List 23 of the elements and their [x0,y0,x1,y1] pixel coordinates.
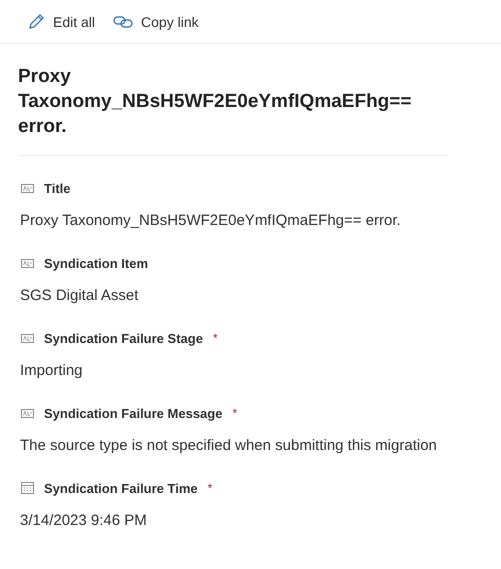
edit-all-button[interactable]: Edit all [27,12,96,30]
required-asterisk: * [232,406,238,420]
field-label: Syndication Failure Stage [44,330,203,346]
field-value: Proxy Taxonomy_NBsH5WF2E0eYmfIQmaEFhg== error. [20,211,402,231]
field-value: 3/14/2023 9:46 PM [20,511,148,531]
item-heading: Proxy Taxonomy_NBsH5WF2E0eYmfIQmaEFhg== error. [18,44,448,156]
field-value: SGS Digital Asset [20,286,140,306]
required-asterisk: * [212,331,218,345]
text-field-icon [21,184,34,192]
text-field-icon [21,408,34,418]
field-label: Title [44,180,70,196]
link-icon [113,14,134,28]
calendar-icon [21,482,34,494]
pencil-icon [27,12,45,30]
text-field-icon [21,258,34,268]
field-label: Syndication Item [44,256,148,270]
required-asterisk: * [208,481,212,495]
field-value: Importing [20,361,84,381]
copy-link-button[interactable]: Copy link [113,14,199,30]
field-label: Syndication Failure Message [44,406,222,420]
field-label: Syndication Failure Time [44,480,198,496]
field-value: The source type is not specified when submitting this migration [20,436,438,456]
text-field-icon [21,334,34,342]
